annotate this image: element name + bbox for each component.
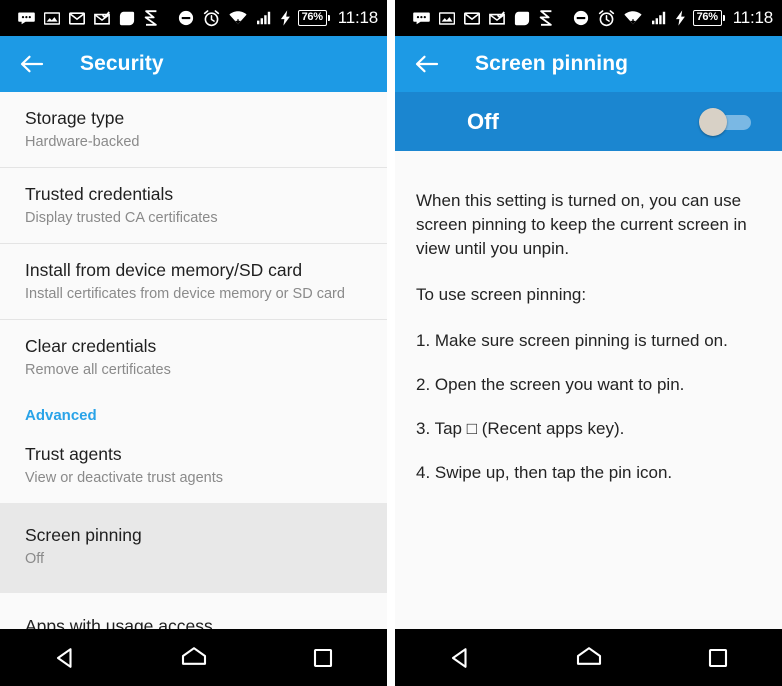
status-bar-clock: 11:18 bbox=[337, 8, 378, 27]
list-item-storage-type[interactable]: Storage type Hardware-backed bbox=[0, 92, 387, 168]
screen-pinning-description: When this setting is turned on, you can … bbox=[395, 151, 782, 629]
screen-divider-gap bbox=[387, 0, 395, 686]
envelope-check-icon bbox=[94, 11, 110, 25]
app-bar-screen-pinning: Screen pinning bbox=[395, 36, 782, 92]
status-bar-notification-icons bbox=[413, 9, 675, 27]
list-item-title: Storage type bbox=[25, 108, 125, 128]
list-item-apps-with-usage-access[interactable]: Apps with usage access bbox=[0, 593, 387, 629]
list-item-subtitle: View or deactivate trust agents bbox=[25, 470, 224, 486]
envelope-check-icon bbox=[489, 11, 505, 25]
page-title: Screen pinning bbox=[475, 52, 629, 75]
list-item-title: Apps with usage access bbox=[25, 616, 213, 629]
photo-icon bbox=[44, 11, 60, 25]
leaf-shape-icon bbox=[119, 11, 135, 26]
list-item-trusted-credentials[interactable]: Trusted credentials Display trusted CA c… bbox=[0, 168, 387, 244]
app-bar-security: Security bbox=[0, 36, 387, 92]
back-arrow-icon[interactable] bbox=[19, 51, 45, 77]
description-step-1: 1. Make sure screen pinning is turned on… bbox=[416, 331, 728, 350]
list-item-title: Trusted credentials bbox=[25, 184, 174, 204]
list-item-clear-credentials[interactable]: Clear credentials Remove all certificate… bbox=[0, 320, 387, 395]
back-arrow-icon[interactable] bbox=[414, 51, 440, 77]
battery-percentage: 76% bbox=[297, 10, 330, 26]
list-item-title: Install from device memory/SD card bbox=[25, 260, 303, 280]
status-bar-system-icons: 76% 11:18 bbox=[675, 8, 773, 28]
do-not-disturb-icon bbox=[573, 10, 589, 26]
list-item-subtitle: Install certificates from device memory … bbox=[25, 286, 345, 302]
wifi-icon bbox=[229, 11, 247, 25]
navigation-bar-left bbox=[0, 629, 387, 686]
section-header-label: Advanced bbox=[25, 407, 97, 424]
alarm-icon bbox=[203, 9, 220, 27]
messages-icon bbox=[18, 12, 35, 25]
alarm-icon bbox=[598, 9, 615, 27]
charging-bolt-icon bbox=[280, 10, 291, 26]
screen-pinning-toggle-bar[interactable]: Off bbox=[395, 92, 782, 151]
s-logo-icon bbox=[539, 10, 553, 26]
back-nav-button[interactable] bbox=[434, 637, 486, 679]
envelope-icon bbox=[464, 11, 480, 25]
list-item-subtitle: Remove all certificates bbox=[25, 362, 171, 378]
battery-percentage: 76% bbox=[692, 10, 725, 26]
description-step-2: 2. Open the screen you want to pin. bbox=[416, 375, 685, 394]
navigation-bar-right bbox=[395, 629, 782, 686]
list-item-subtitle: Display trusted CA certificates bbox=[25, 210, 218, 226]
wifi-icon bbox=[624, 11, 642, 25]
description-lead-in: To use screen pinning: bbox=[416, 285, 587, 304]
list-item-title: Clear credentials bbox=[25, 336, 157, 356]
status-bar-left: 76% 11:18 bbox=[0, 0, 387, 36]
home-nav-button[interactable] bbox=[168, 637, 220, 679]
list-item-subtitle: Hardware-backed bbox=[25, 134, 140, 150]
security-settings-list: Storage type Hardware-backed Trusted cre… bbox=[0, 92, 387, 629]
status-bar-clock: 11:18 bbox=[732, 8, 773, 27]
signal-icon bbox=[651, 11, 667, 25]
leaf-shape-icon bbox=[514, 11, 530, 26]
description-step-4: 4. Swipe up, then tap the pin icon. bbox=[416, 463, 673, 482]
left-phone-screen: 76% 11:18 Security Storage type Hardware… bbox=[0, 0, 387, 686]
list-item-subtitle: Off bbox=[25, 551, 45, 567]
list-item-trust-agents[interactable]: Trust agents View or deactivate trust ag… bbox=[0, 428, 387, 503]
photo-icon bbox=[439, 11, 455, 25]
envelope-icon bbox=[69, 11, 85, 25]
status-bar-system-icons: 76% 11:18 bbox=[280, 8, 378, 28]
toggle-state-label: Off bbox=[467, 108, 499, 134]
recents-nav-button[interactable] bbox=[297, 637, 349, 679]
screen-pinning-switch[interactable] bbox=[699, 107, 751, 136]
description-intro: When this setting is turned on, you can … bbox=[416, 191, 747, 258]
status-bar-right: 76% 11:18 bbox=[395, 0, 782, 36]
back-nav-button[interactable] bbox=[39, 637, 91, 679]
messages-icon bbox=[413, 12, 430, 25]
s-logo-icon bbox=[144, 10, 158, 26]
list-item-title: Trust agents bbox=[25, 444, 122, 464]
description-step-3: 3. Tap □ (Recent apps key). bbox=[416, 419, 625, 438]
charging-bolt-icon bbox=[675, 10, 686, 26]
list-item-install-from-device-memory[interactable]: Install from device memory/SD card Insta… bbox=[0, 244, 387, 320]
status-bar-notification-icons bbox=[18, 9, 280, 27]
do-not-disturb-icon bbox=[178, 10, 194, 26]
recents-nav-button[interactable] bbox=[692, 637, 744, 679]
dual-screenshot-container: 76% 11:18 Security Storage type Hardware… bbox=[0, 0, 782, 686]
list-item-title: Screen pinning bbox=[25, 525, 142, 545]
home-nav-button[interactable] bbox=[563, 637, 615, 679]
signal-icon bbox=[256, 11, 272, 25]
list-item-screen-pinning[interactable]: Screen pinning Off bbox=[0, 503, 387, 593]
section-header-advanced: Advanced bbox=[0, 395, 387, 428]
page-title: Security bbox=[80, 52, 164, 75]
switch-knob[interactable] bbox=[699, 107, 727, 136]
right-phone-screen: 76% 11:18 Screen pinning Off When this s… bbox=[395, 0, 782, 686]
